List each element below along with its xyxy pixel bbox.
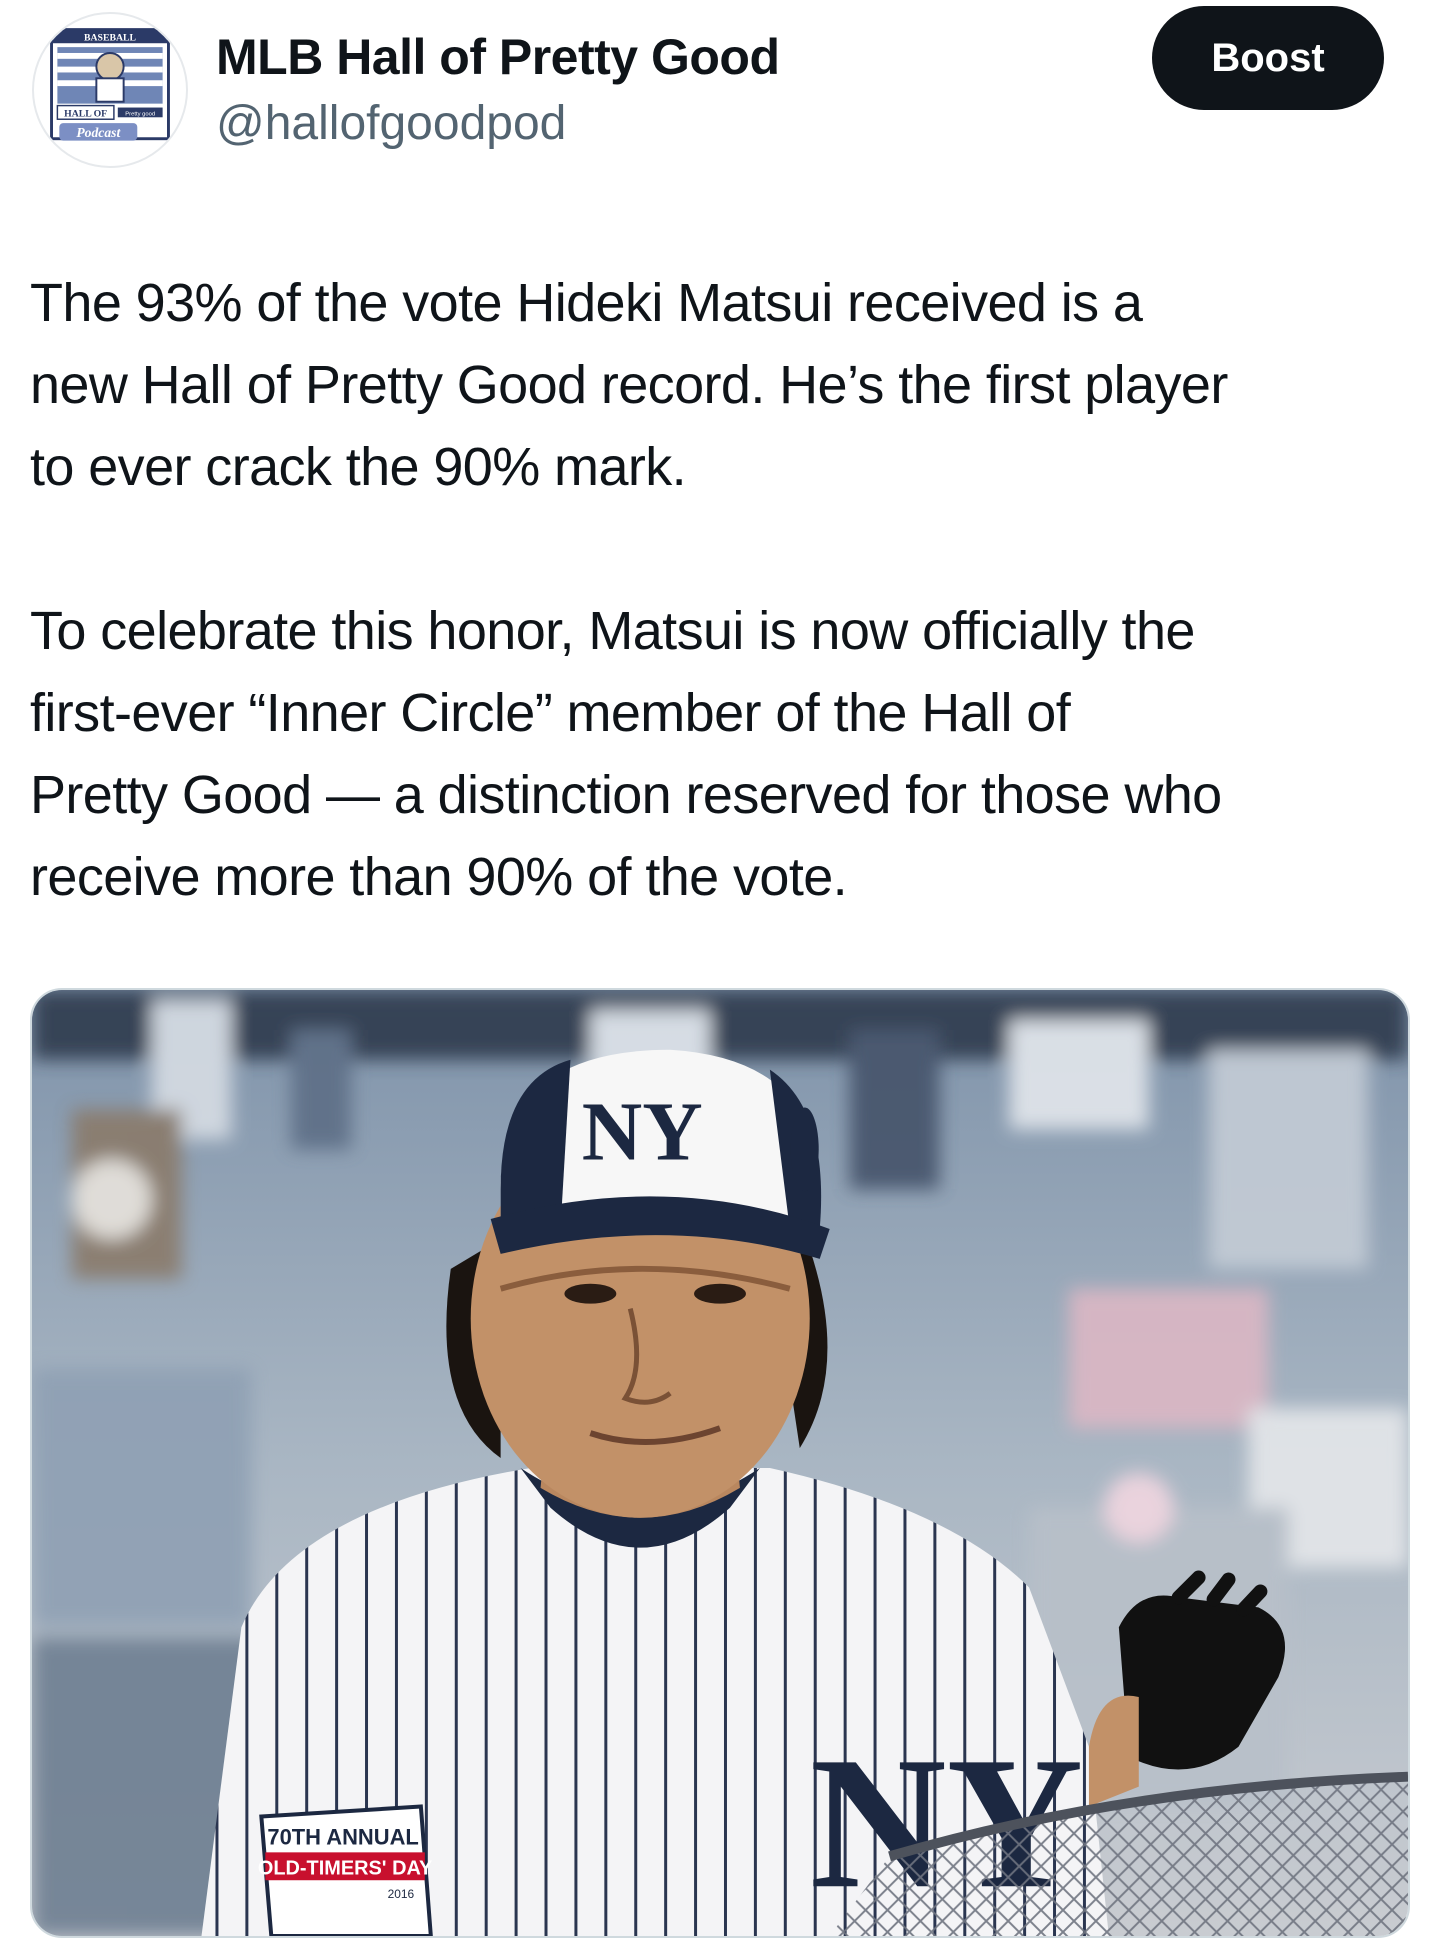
patch-line2: OLD-TIMERS' DAY — [258, 1857, 432, 1879]
boost-button[interactable]: Boost — [1152, 6, 1384, 110]
logo-small-text: Pretty good — [125, 111, 155, 117]
hall-of-pretty-good-logo: BASEBALL HALL OF Pretty good Podcast — [50, 28, 170, 141]
matsui-photo: NY 70TH ANNUAL OLD-TIMERS' DAY 2016 NY — [32, 990, 1408, 1936]
patch-line1: 70TH ANNUAL — [267, 1824, 418, 1849]
logo-bottom-text: Podcast — [76, 125, 121, 140]
tweet-photo[interactable]: NY 70TH ANNUAL OLD-TIMERS' DAY 2016 NY — [30, 988, 1410, 1938]
profile-avatar[interactable]: BASEBALL HALL OF Pretty good Podcast — [32, 12, 188, 168]
old-timers-day-patch: 70TH ANNUAL OLD-TIMERS' DAY 2016 — [258, 1804, 433, 1936]
account-handle[interactable]: @hallofgoodpod — [216, 94, 566, 154]
tweet-paragraph: The 93% of the vote Hideki Matsui receiv… — [30, 273, 1228, 497]
account-display-name[interactable]: MLB Hall of Pretty Good — [216, 26, 780, 88]
cap-ny-logo: NY — [582, 1085, 703, 1178]
tweet-text: The 93% of the vote Hideki Matsui receiv… — [30, 262, 1430, 918]
tweet-paragraph: To celebrate this honor, Matsui is now o… — [30, 601, 1222, 907]
logo-middle-text: HALL OF — [64, 108, 107, 119]
patch-year: 2016 — [388, 1887, 415, 1901]
logo-top-text: BASEBALL — [84, 32, 136, 43]
